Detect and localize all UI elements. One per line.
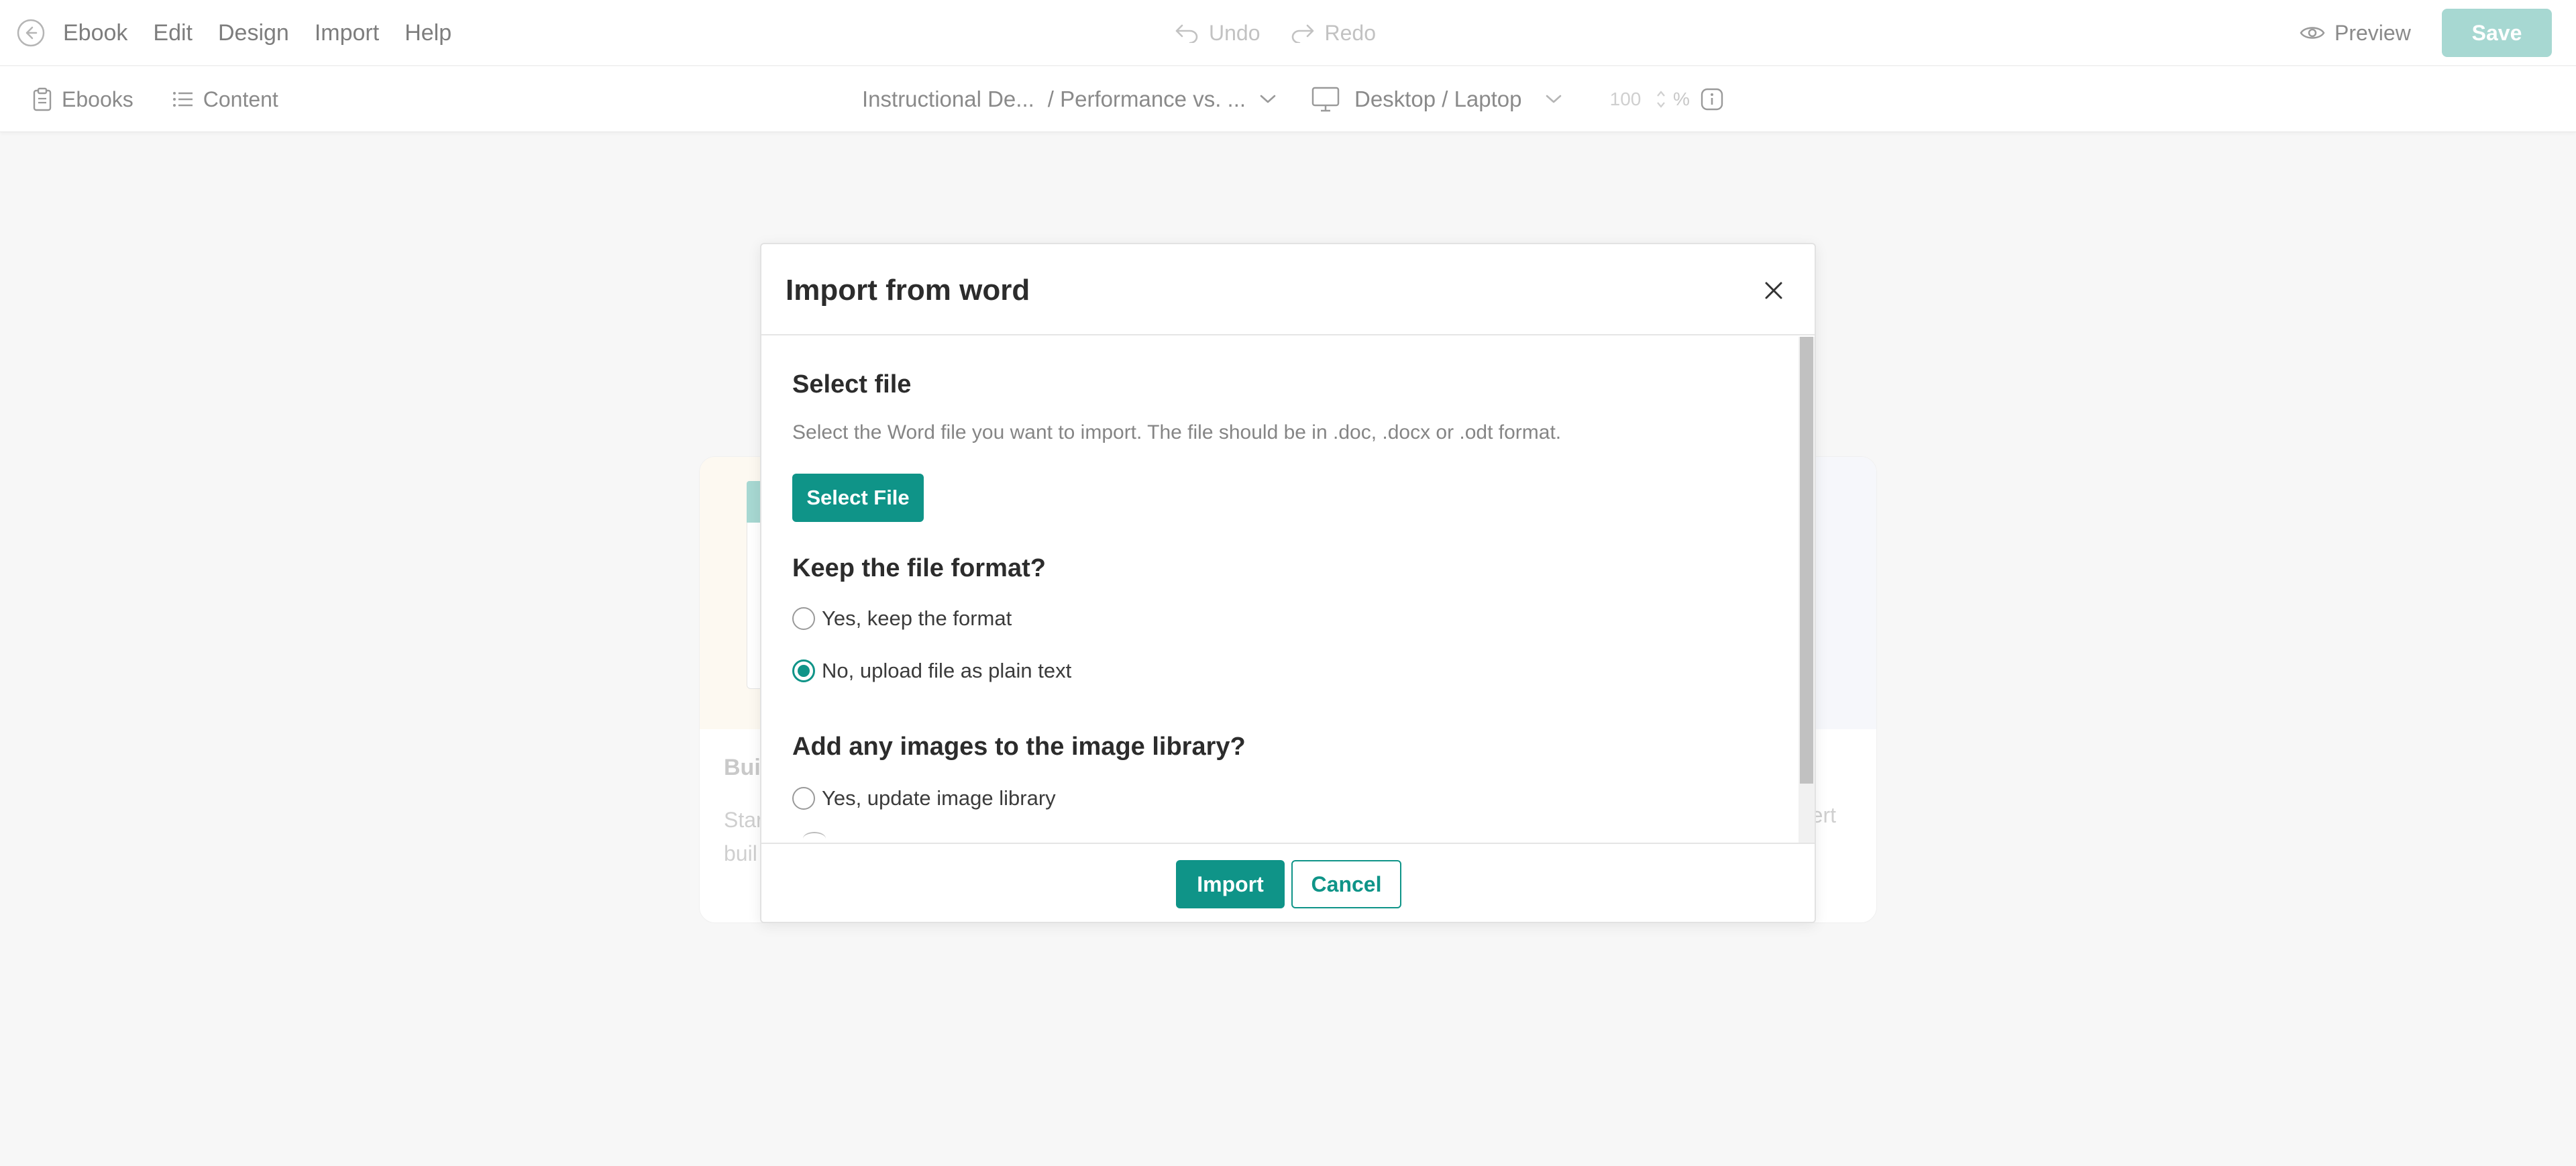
import-button[interactable]: Import bbox=[1176, 860, 1285, 908]
chevron-down-icon bbox=[1546, 95, 1561, 103]
template-description-line: buil bbox=[724, 841, 757, 865]
template-description-line: Star bbox=[724, 808, 763, 832]
redo-label: Redo bbox=[1324, 20, 1377, 45]
undo-button[interactable]: Undo bbox=[1174, 21, 1260, 46]
dialog-scrollbar[interactable] bbox=[1799, 337, 1815, 843]
preview-button[interactable]: Preview bbox=[2300, 0, 2411, 66]
template-description: Star buil bbox=[724, 803, 763, 870]
radio-keep-format-yes[interactable]: Yes, keep the format bbox=[792, 606, 1012, 631]
radio-button-clipped[interactable] bbox=[803, 832, 826, 843]
undo-icon bbox=[1175, 24, 1198, 43]
preview-label: Preview bbox=[2334, 20, 2411, 45]
radio-label: Yes, keep the format bbox=[822, 606, 1012, 630]
ebooks-button[interactable]: Ebooks bbox=[32, 87, 133, 112]
dialog-footer: Import Cancel bbox=[761, 843, 1815, 922]
redo-icon bbox=[1291, 24, 1313, 43]
import-from-word-dialog: Import from word Select file Select the … bbox=[760, 243, 1816, 923]
editor-toolbar: Ebooks Content Instructional De... / Per… bbox=[0, 66, 2576, 132]
undo-redo-group: Undo Redo bbox=[1174, 0, 1376, 66]
menu-design[interactable]: Design bbox=[218, 20, 289, 46]
zoom-unit: % bbox=[1673, 89, 1690, 109]
zoom-control: % bbox=[1602, 66, 1723, 132]
menu-help[interactable]: Help bbox=[405, 20, 451, 46]
template-title: Bui bbox=[724, 755, 761, 780]
list-icon bbox=[172, 92, 193, 107]
dialog-body: Select file Select the Word file you wan… bbox=[761, 337, 1799, 843]
select-file-heading: Select file bbox=[792, 370, 912, 399]
select-file-button[interactable]: Select File bbox=[792, 474, 924, 522]
images-heading: Add any images to the image library? bbox=[792, 733, 1246, 761]
content-label: Content bbox=[203, 87, 278, 111]
menu-edit[interactable]: Edit bbox=[153, 20, 193, 46]
zoom-input[interactable] bbox=[1602, 84, 1649, 115]
ebooks-label: Ebooks bbox=[62, 87, 133, 111]
radio-update-library-yes[interactable]: Yes, update image library bbox=[792, 786, 1056, 810]
arrow-left-circle-icon bbox=[17, 19, 45, 47]
eye-icon bbox=[2300, 27, 2325, 39]
top-menu-bar: Ebook Edit Design Import Help Undo Redo … bbox=[0, 0, 2576, 66]
device-selector[interactable]: Desktop / Laptop bbox=[1311, 66, 1562, 132]
menu-import[interactable]: Import bbox=[315, 20, 379, 46]
cancel-button[interactable]: Cancel bbox=[1291, 860, 1401, 908]
clipboard-icon bbox=[33, 87, 52, 111]
dialog-header: Import from word bbox=[761, 244, 1815, 335]
save-button[interactable]: Save bbox=[2442, 9, 2552, 57]
page-breadcrumb[interactable]: Instructional De... / Performance vs. ..… bbox=[862, 66, 1277, 132]
radio-button[interactable] bbox=[792, 787, 815, 810]
stepper-arrows-icon[interactable] bbox=[1656, 86, 1666, 113]
radio-keep-format-no[interactable]: No, upload file as plain text bbox=[792, 659, 1071, 683]
chevron-down-icon bbox=[1260, 95, 1276, 103]
close-button[interactable] bbox=[1758, 275, 1789, 306]
radio-label: Yes, update image library bbox=[822, 786, 1056, 810]
radio-button[interactable] bbox=[792, 607, 815, 630]
radio-button-selected[interactable] bbox=[792, 659, 815, 682]
back-button[interactable] bbox=[16, 18, 46, 48]
menu-ebook[interactable]: Ebook bbox=[63, 20, 127, 46]
monitor-icon bbox=[1311, 87, 1340, 112]
content-button[interactable]: Content bbox=[172, 87, 278, 112]
undo-label: Undo bbox=[1209, 20, 1260, 45]
redo-button[interactable]: Redo bbox=[1290, 20, 1377, 46]
device-label: Desktop / Laptop bbox=[1354, 87, 1522, 111]
select-file-description: Select the Word file you want to import.… bbox=[792, 421, 1562, 443]
keep-format-heading: Keep the file format? bbox=[792, 554, 1046, 582]
breadcrumb-page: / Performance vs. ... bbox=[1047, 87, 1246, 111]
main-menu: Ebook Edit Design Import Help bbox=[63, 0, 477, 66]
info-icon[interactable] bbox=[1701, 88, 1723, 111]
breadcrumb-book: Instructional De... bbox=[862, 87, 1034, 111]
close-icon bbox=[1765, 282, 1782, 299]
dialog-title: Import from word bbox=[786, 274, 1030, 307]
scrollbar-thumb[interactable] bbox=[1800, 337, 1813, 784]
radio-label: No, upload file as plain text bbox=[822, 659, 1072, 682]
